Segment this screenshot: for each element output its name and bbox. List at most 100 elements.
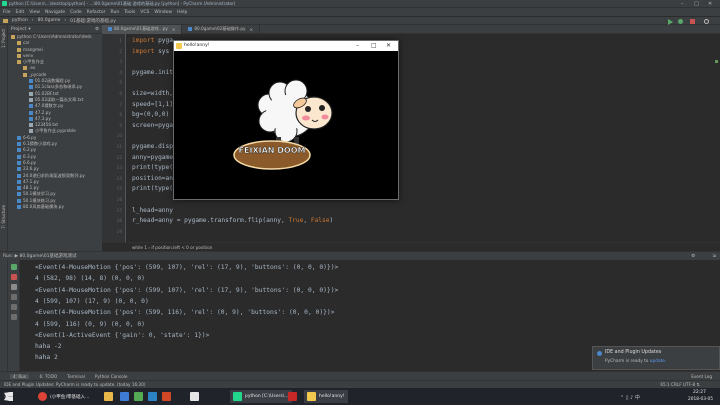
tray-icons[interactable]: ⌃ ▯ ♪ 中	[620, 394, 640, 401]
tab-file-2[interactable]: 80.0game\02基础操作.py ×	[182, 24, 261, 34]
taskbar-item-browser[interactable]: (小甲鱼)零基础入...	[38, 390, 89, 403]
menu-navigate[interactable]: Navigate	[45, 10, 65, 15]
breadcrumb-project[interactable]: python	[12, 18, 28, 23]
minimize-icon[interactable]: –	[681, 1, 684, 7]
tree-item-label: 50.1模块练习.py	[23, 197, 56, 203]
window-title-bar: python [C:\Users\...\desktop\python] - .…	[0, 0, 720, 8]
code-line: anny=pygame	[132, 153, 173, 161]
taskbar-item-app2[interactable]	[134, 390, 146, 403]
tab-terminal[interactable]: Terminal	[67, 374, 85, 379]
maximize-icon[interactable]: □	[371, 42, 377, 49]
close-icon[interactable]: ✕	[708, 1, 712, 7]
code-breadcrumb[interactable]: while 1 › if position.left < 0 or positi…	[132, 245, 212, 250]
scroll-end-icon[interactable]	[10, 294, 17, 300]
debug-icon[interactable]	[678, 19, 683, 24]
console-line: 4 (599, 107) (17, 9) (0, 0, 0)	[35, 297, 149, 305]
tree-item-label: 小甲鱼作业.pyproble	[35, 128, 76, 134]
update-link[interactable]: update.	[650, 359, 667, 364]
taskbar-item-app5[interactable]	[190, 390, 202, 403]
menu-refactor[interactable]: Refactor	[87, 10, 106, 15]
menu-tools[interactable]: Tools	[124, 10, 135, 15]
menu-file[interactable]: File	[3, 10, 11, 15]
console-line: <Event(1-ActiveEvent {'gain': 0, 'state'…	[35, 331, 210, 339]
pygame-app-icon	[176, 43, 182, 49]
pycharm-icon	[233, 392, 242, 401]
run-toolbar	[8, 260, 20, 372]
status-position[interactable]: 65:1 CRLF UTF-8 ⇅	[660, 382, 700, 387]
taskbar-item-app[interactable]	[120, 390, 132, 403]
taskbar-item-app3[interactable]	[148, 390, 160, 403]
text-file-icon	[29, 123, 33, 128]
start-icon[interactable]	[4, 392, 13, 401]
editor-tabs: 80.0game\01基础游戏...py × 80.0game\02基础操作.p…	[102, 24, 720, 34]
app-icon	[120, 392, 129, 401]
minimize-icon[interactable]: –	[356, 42, 359, 49]
console-line: 4 (599, 116) (0, 9) (0, 0, 0)	[35, 320, 145, 328]
settings-icon[interactable]: ⚙	[691, 254, 695, 259]
breadcrumb-folder[interactable]: 80.0game	[38, 18, 61, 23]
python-file-icon	[17, 154, 21, 159]
trash-icon[interactable]	[10, 314, 17, 320]
code-line: position=an	[132, 174, 173, 182]
code-line: bg=(0,0,0)	[132, 111, 170, 119]
menu-view[interactable]: View	[29, 10, 40, 15]
clock-date[interactable]: 2018-03-05	[688, 397, 713, 402]
close-icon[interactable]: ✕	[386, 42, 391, 49]
taskbar-item-pycharm[interactable]: python [C:\Users\...	[230, 390, 292, 403]
stop-icon[interactable]	[690, 19, 695, 24]
folder-icon	[23, 72, 27, 77]
update-notification[interactable]: IDE and Plugin Updates PyCharm is ready …	[592, 346, 720, 370]
tab-file-1[interactable]: 80.0game\01基础游戏...py ×	[102, 24, 183, 34]
taskbar-item-pygame[interactable]: hello!anny!	[304, 390, 348, 403]
tree-item-label: 123456.txt	[35, 122, 59, 128]
tree-item[interactable]: 80.0风扇基础模块.py	[8, 204, 102, 210]
chrome-icon	[38, 392, 47, 401]
rerun-icon[interactable]	[10, 264, 17, 270]
python-file-icon	[17, 192, 21, 197]
menu-help[interactable]: Help	[177, 10, 187, 15]
maximize-icon[interactable]: □	[694, 1, 699, 7]
print-icon[interactable]	[10, 304, 17, 310]
menu-run[interactable]: Run	[111, 10, 120, 15]
tab-todo[interactable]: 6: TODO	[39, 374, 57, 379]
tree-item-label: _pycode	[29, 71, 47, 77]
event-log-tab[interactable]: Event Log	[691, 374, 712, 379]
code-line: speed=[1,1]	[132, 100, 173, 108]
tree-item-label: 小甲鱼作业	[23, 59, 44, 65]
pause-icon[interactable]	[10, 284, 17, 290]
taskbar-item-explorer[interactable]	[104, 390, 116, 403]
hide-icon[interactable]: ⇲	[712, 254, 716, 259]
structure-tool-tab[interactable]: 7: Structure	[1, 205, 6, 229]
folder-icon	[17, 41, 21, 46]
chevron-down-icon[interactable]: ▾	[28, 27, 30, 32]
stop-icon[interactable]	[10, 274, 17, 280]
folder-icon	[11, 35, 15, 39]
code-line: print(type(	[132, 164, 173, 172]
python-file-icon	[17, 205, 21, 210]
close-icon[interactable]: ×	[172, 27, 176, 32]
search-icon[interactable]	[704, 19, 709, 24]
menu-edit[interactable]: Edit	[16, 10, 25, 15]
python-file-icon	[17, 135, 21, 140]
project-header-label[interactable]: Project	[11, 27, 26, 32]
project-tool-tab[interactable]: 1: Project	[1, 29, 6, 48]
code-line: size=width,	[132, 90, 173, 97]
clock-time[interactable]: 22:27	[693, 390, 706, 395]
menu-code[interactable]: Code	[70, 10, 82, 15]
tree-item-label: 6-6.py	[23, 134, 37, 140]
menu-vcs[interactable]: VCS	[140, 10, 149, 15]
tab-run[interactable]: 4: Run	[10, 373, 30, 379]
settings-icon[interactable]: ⚙	[95, 27, 99, 32]
info-icon	[597, 351, 602, 356]
close-icon[interactable]: ×	[250, 27, 254, 32]
tree-item-label: venv	[23, 52, 34, 58]
taskbar-item-app6[interactable]	[288, 390, 300, 403]
tab-python-console[interactable]: Python Console	[95, 374, 127, 379]
taskbar-item-app4[interactable]	[162, 390, 174, 403]
status-message[interactable]: IDE and Plugin Updates: PyCharm is ready…	[4, 382, 146, 387]
pycharm-logo-icon	[2, 1, 7, 6]
menu-window[interactable]: Window	[154, 10, 172, 15]
run-panel-header: Run: ▶ 80.0game\01基础游戏测试 ⚙ ⇲	[0, 252, 720, 260]
breadcrumb-file[interactable]: 01基础:游戏的基础.py	[70, 18, 116, 24]
pygame-window[interactable]: hello!anny! – □ ✕ FEIXIAN DOOM	[173, 40, 399, 200]
